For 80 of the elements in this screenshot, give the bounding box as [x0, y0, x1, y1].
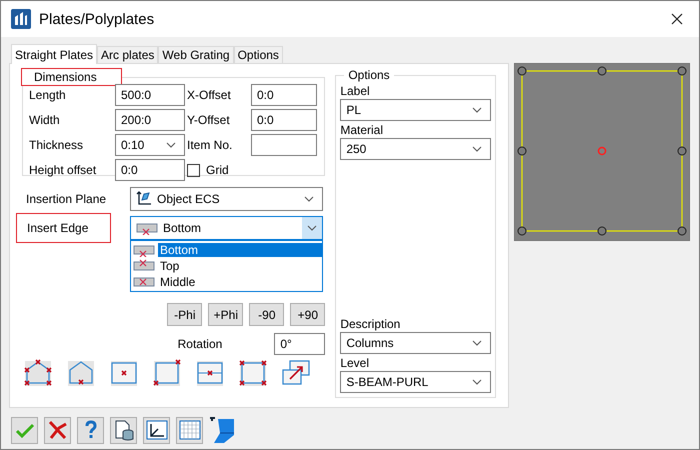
chevron-icon [472, 340, 482, 346]
rotate-button[interactable]: +Phi [208, 303, 244, 326]
field-label: Description [340, 317, 402, 331]
field-label: Height offset [28, 163, 98, 177]
close-icon[interactable] [671, 13, 683, 25]
document-database-icon[interactable] [110, 416, 137, 444]
field-label: Label [340, 84, 371, 98]
tab[interactable]: Options [234, 46, 283, 63]
group-title: Options [347, 68, 391, 82]
app-icon [11, 9, 31, 29]
dropdown-value: 250 [346, 142, 368, 156]
dropdown[interactable]: Columns [340, 332, 491, 354]
dropdown-option[interactable]: Middle [131, 274, 322, 290]
checkbox[interactable] [187, 164, 200, 176]
chevron-icon [472, 146, 482, 152]
grid-icon[interactable] [176, 416, 203, 444]
pick-point-icon[interactable] [282, 359, 310, 387]
dropdown[interactable]: 0:10 [115, 134, 185, 156]
polygon-points-icon[interactable] [24, 359, 52, 387]
cancel-icon[interactable] [44, 416, 71, 444]
edge-icon [133, 275, 155, 289]
edge-icon [133, 243, 155, 257]
field-label: Y-Offset [186, 113, 231, 127]
field-label: Length [28, 88, 67, 102]
chevron-icon [472, 379, 482, 385]
tab[interactable]: Web Grating [158, 46, 234, 63]
dropdown-value: Bottom [163, 221, 202, 235]
rotate-button[interactable]: -90 [249, 303, 284, 326]
axes-icon [136, 191, 152, 207]
polygon-center-icon[interactable] [67, 359, 95, 387]
edge-icon [136, 221, 158, 235]
rotate-button[interactable]: +90 [290, 303, 326, 326]
field-label: Thickness [28, 138, 84, 152]
checkbox-label: Grid [205, 163, 229, 177]
input-field[interactable]: 0:0 [115, 159, 185, 181]
chevron-icon [472, 107, 482, 113]
field-label: Material [340, 123, 384, 137]
input-field[interactable]: 200:0 [115, 109, 185, 131]
field-label: Rotation [178, 337, 222, 351]
rectangle-middle-icon[interactable] [196, 359, 224, 387]
option-label: Top [159, 259, 180, 273]
field-label: X-Offset [186, 88, 232, 102]
input-field[interactable] [251, 134, 317, 156]
field-label: Width [28, 113, 61, 127]
dropdown-option[interactable]: Top [131, 258, 322, 274]
window-title: Plates/Polyplates [39, 10, 154, 28]
edge-icon [133, 259, 155, 273]
group-title: Dimensions [21, 68, 122, 86]
dropdown-value: Columns [346, 336, 395, 350]
help-icon[interactable] [77, 416, 104, 444]
dropdown[interactable]: PL [340, 99, 491, 121]
dropdown-value: PL [346, 103, 362, 117]
field-label: Insert Edge [16, 213, 112, 243]
field-label: Insertion Plane [25, 192, 108, 206]
tab[interactable]: Straight Plates [11, 44, 98, 64]
dropdown[interactable]: S-BEAM-PURL [340, 371, 491, 393]
dropdown-option[interactable]: Bottom [131, 242, 322, 258]
dropdown[interactable]: Object ECS [130, 187, 323, 211]
chevron-icon [307, 225, 317, 231]
input-field[interactable]: 500:0 [115, 84, 185, 106]
input-field[interactable]: 0:0 [251, 109, 317, 131]
dropdown[interactable]: 250 [340, 138, 491, 160]
field-label: Level [340, 356, 370, 370]
option-label: Middle [159, 275, 196, 289]
dropdown-value: S-BEAM-PURL [346, 375, 430, 389]
rectangle-four-corners-icon[interactable] [239, 359, 267, 387]
axes-icon[interactable] [143, 416, 170, 444]
rotate-button[interactable]: -Phi [167, 303, 202, 326]
rectangle-center-icon[interactable] [110, 359, 138, 387]
dropdown[interactable]: Bottom [130, 216, 323, 240]
input-field[interactable]: 0° [274, 333, 326, 355]
chevron-icon [304, 196, 314, 202]
dropdown-value: Object ECS [157, 192, 221, 206]
field-label: Item No. [186, 138, 234, 152]
tab[interactable]: Arc plates [97, 46, 158, 63]
option-label: Bottom [158, 243, 322, 257]
dropdown-value: 0:10 [121, 138, 146, 152]
rectangle-corners-icon[interactable] [153, 359, 181, 387]
input-field[interactable]: 0:0 [251, 84, 317, 106]
chevron-icon [166, 142, 176, 148]
